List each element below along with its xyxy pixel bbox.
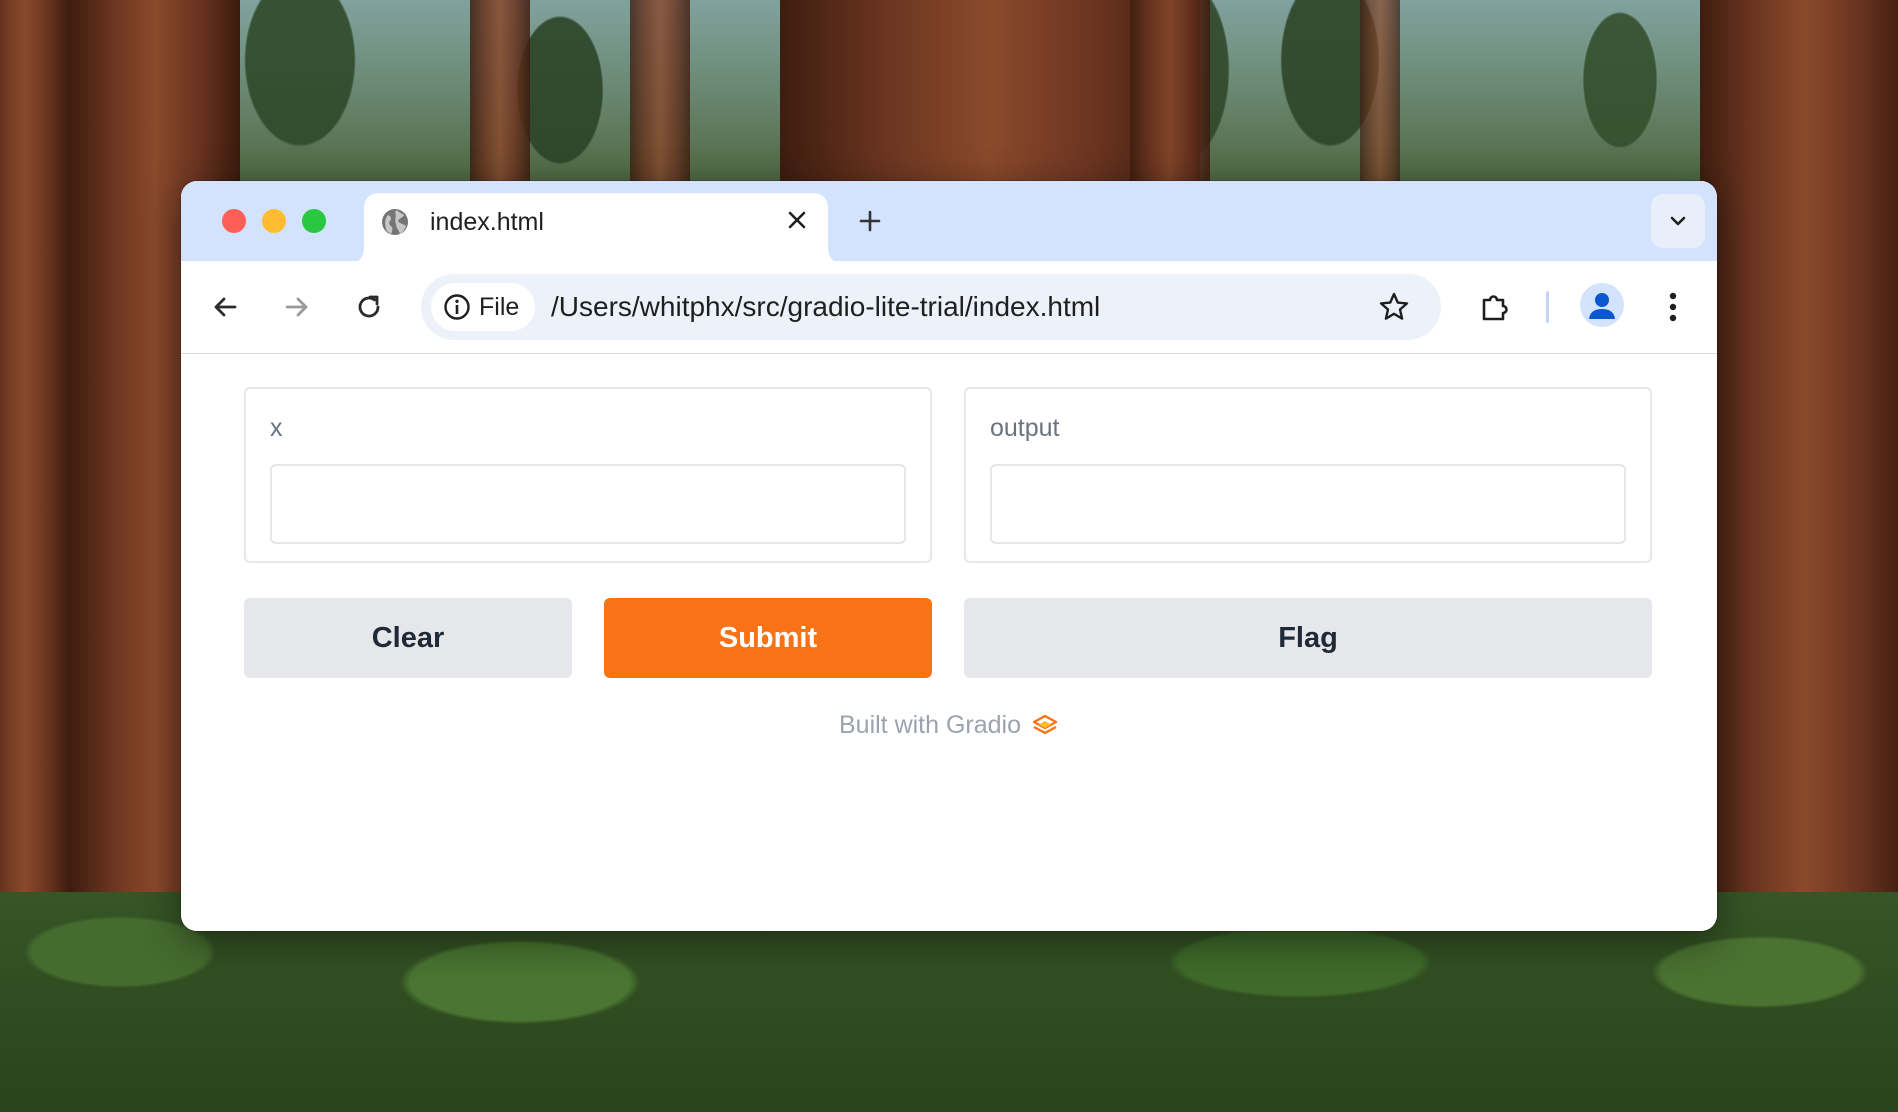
submit-button[interactable]: Submit [604,598,932,678]
url-text[interactable]: /Users/whitphx/src/gradio-lite-trial/ind… [551,291,1100,323]
page-content: x output Clear Submit Flag Built with Gr… [181,354,1717,931]
star-icon[interactable] [1375,288,1413,326]
person-icon[interactable] [1580,283,1624,327]
info-icon [443,293,471,321]
address-bar[interactable]: File /Users/whitphx/src/gradio-lite-tria… [421,274,1441,340]
site-info-label: File [479,292,520,321]
input-block: x [244,387,932,563]
plus-icon[interactable] [852,203,888,239]
arrow-left-icon[interactable] [203,285,247,329]
window-close-button[interactable] [222,209,246,233]
clear-button[interactable]: Clear [244,598,572,678]
browser-window: index.html File /Users/whitphx/src/gradi… [181,181,1717,931]
output-label: output [990,414,1060,442]
reload-icon[interactable] [347,285,391,329]
site-info-chip[interactable]: File [431,283,535,331]
footer: Built with Gradio [181,711,1717,740]
gradio-logo-icon [1031,712,1059,740]
input-label: x [270,414,283,442]
kebab-icon[interactable] [1651,285,1695,329]
globe-icon [380,207,410,237]
browser-tab-active[interactable]: index.html [348,193,844,265]
browser-toolbar: File /Users/whitphx/src/gradio-lite-tria… [181,261,1717,354]
built-with-gradio-link[interactable]: Built with Gradio [839,711,1021,740]
output-textbox[interactable] [990,464,1626,544]
toolbar-divider [1546,291,1549,323]
arrow-right-icon[interactable] [275,285,319,329]
input-textbox[interactable] [270,464,906,544]
output-block: output [964,387,1652,563]
tab-strip: index.html [181,181,1717,265]
close-icon[interactable] [780,203,814,237]
window-maximize-button[interactable] [302,209,326,233]
tab-title: index.html [430,208,544,236]
puzzle-icon[interactable] [1473,285,1517,329]
flag-button[interactable]: Flag [964,598,1652,678]
window-minimize-button[interactable] [262,209,286,233]
chevron-down-icon[interactable] [1651,194,1705,248]
